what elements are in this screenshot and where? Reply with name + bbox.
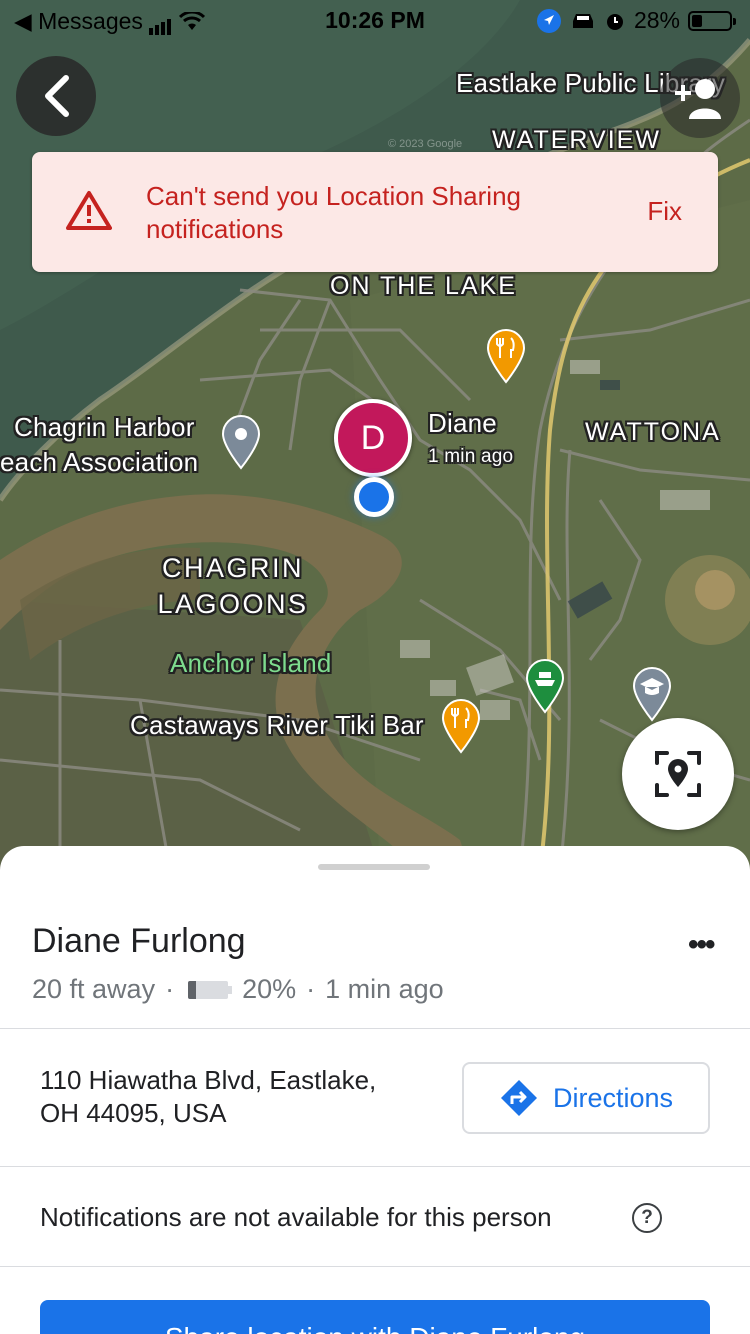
map-label-chagrin-harbor-line2[interactable]: each Association <box>0 447 198 478</box>
address-line1: 110 Hiawatha Blvd, Eastlake, <box>40 1065 377 1095</box>
map-label-waterview: WATERVIEW <box>492 126 661 154</box>
map-label-wattona: WATTONA <box>585 418 721 446</box>
place-pin-icon[interactable] <box>221 414 261 470</box>
sheet-drag-handle[interactable] <box>318 864 430 870</box>
divider <box>0 1266 750 1267</box>
battery-percent: 28% <box>633 7 680 33</box>
person-detail-sheet: Diane Furlong ••• 20 ft away · 20% · 1 m… <box>0 846 750 1334</box>
restaurant-pin-icon[interactable] <box>486 328 526 384</box>
map-label-chagrin-lagoons-line1: CHAGRIN <box>161 553 304 583</box>
alarm-icon <box>606 13 623 30</box>
map-label-on-the-lake: ON THE LAKE <box>330 272 517 300</box>
map-label-chagrin-lagoons: CHAGRIN LAGOONS <box>150 550 316 622</box>
distance-text: 20 ft away <box>32 974 156 1004</box>
person-meta: 20 ft away · 20% · 1 min ago <box>32 974 444 1005</box>
battery-icon <box>188 980 233 999</box>
locate-person-icon <box>655 751 701 797</box>
divider <box>0 1028 750 1029</box>
map-label-person-name: Diane <box>428 408 497 438</box>
separator-dot: · <box>165 974 175 1004</box>
location-sharing-alert: Can't send you Location Sharing notifica… <box>32 152 718 272</box>
status-bar: ◀ Messages 10:26 PM 28% <box>0 0 750 40</box>
school-pin-icon[interactable] <box>632 666 672 722</box>
share-location-button[interactable]: Share location with Diane Furlong <box>40 1300 710 1334</box>
warning-icon <box>66 191 112 230</box>
separator-dot: · <box>306 974 316 1004</box>
directions-icon <box>500 1080 537 1116</box>
divider <box>0 1166 750 1167</box>
fix-button[interactable]: Fix <box>647 196 682 227</box>
car-icon <box>572 13 593 28</box>
battery-text: 20% <box>242 974 297 1004</box>
address-text[interactable]: 110 Hiawatha Blvd, Eastlake, OH 44095, U… <box>40 1064 440 1130</box>
person-name: Diane Furlong <box>32 922 246 960</box>
restaurant-pin-icon[interactable] <box>441 698 481 754</box>
map-label-chagrin-harbor[interactable]: Chagrin Harbor <box>14 412 195 443</box>
location-arrow-icon <box>536 8 561 33</box>
help-icon[interactable]: ? <box>632 1203 662 1233</box>
notifications-unavailable-text: Notifications are not available for this… <box>40 1202 552 1232</box>
battery-icon <box>688 10 736 31</box>
chevron-left-icon <box>45 75 69 117</box>
add-person-icon <box>675 79 721 119</box>
recenter-button[interactable] <box>622 718 734 830</box>
map-label-chagrin-lagoons-line2: LAGOONS <box>157 589 309 619</box>
more-options-button[interactable]: ••• <box>688 928 715 962</box>
directions-label: Directions <box>552 1082 674 1113</box>
directions-button[interactable]: Directions <box>462 1062 710 1134</box>
back-button[interactable] <box>16 56 96 136</box>
alert-message: Can't send you Location Sharing notifica… <box>146 181 521 244</box>
map-copyright: © 2023 Google <box>388 138 463 150</box>
person-marker-avatar[interactable]: D <box>334 399 412 477</box>
map-label-person-time: 1 min ago <box>428 446 514 467</box>
person-marker-initial: D <box>360 418 386 457</box>
my-location-dot <box>354 477 394 517</box>
add-person-button[interactable] <box>660 58 740 138</box>
map-label-castaways[interactable]: Castaways River Tiki Bar <box>130 710 424 741</box>
map-label-anchor-island[interactable]: Anchor Island <box>170 648 332 679</box>
address-line2: OH 44095, USA <box>40 1098 227 1128</box>
ferry-pin-icon[interactable] <box>525 658 565 714</box>
last-seen-text: 1 min ago <box>325 974 444 1004</box>
